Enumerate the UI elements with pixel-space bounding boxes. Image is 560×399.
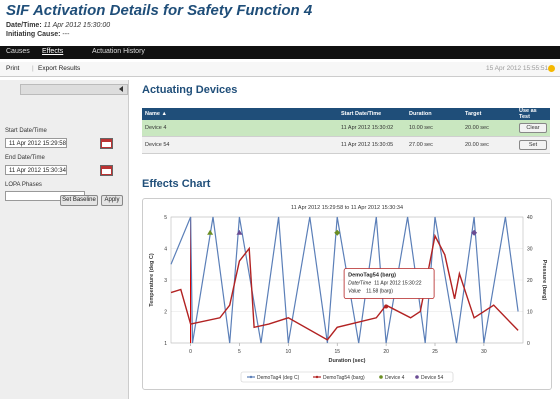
set-button[interactable]: Set: [519, 140, 547, 150]
sidebar-header: [20, 84, 128, 95]
legend-label: Device 4: [385, 375, 405, 381]
datetime-value: 11 Apr 2012 15:30:00: [43, 22, 111, 29]
legend-dot-swatch: [379, 375, 383, 379]
table-row[interactable]: Device 54 11 Apr 2012 15:30:05 27.00 sec…: [142, 136, 550, 154]
legend-point: [315, 375, 319, 379]
device-start: 11 Apr 2012 15:30:05: [338, 136, 406, 154]
toolbar: Print | Export Results 15 Apr 2012 15:55…: [0, 62, 560, 77]
cause-line: Initiating Cause: ---: [6, 31, 69, 38]
x-tick-label: 15: [334, 349, 340, 355]
device-marker-triangle: [207, 229, 214, 235]
col-duration: Duration: [406, 108, 462, 120]
x-tick-label: 10: [286, 349, 292, 355]
tab-causes[interactable]: Causes: [6, 48, 30, 55]
filter-sidebar: Start Date/Time 11 Apr 2012 15:29:58 End…: [0, 80, 129, 399]
tooltip-value: 11.58 (barg): [366, 289, 393, 295]
clear-button[interactable]: Clear: [519, 123, 547, 133]
col-use-as-test: Use as Test: [516, 108, 550, 120]
x-tick-label: 0: [189, 349, 192, 355]
end-datetime-label: End Date/Time: [5, 155, 45, 161]
collapse-arrow-icon[interactable]: [119, 86, 123, 92]
table-header-row: Name ▲ Start Date/Time Duration Target U…: [142, 108, 550, 120]
col-target: Target: [462, 108, 516, 120]
start-datetime-input[interactable]: 11 Apr 2012 15:29:58: [5, 138, 67, 148]
tooltip-value-label: Value: [348, 289, 361, 295]
device-target: 20.00 sec: [462, 120, 516, 137]
datetime-line: Date/Time: 11 Apr 2012 15:30:00: [6, 22, 110, 29]
start-datetime-label: Start Date/Time: [5, 128, 47, 134]
col-start: Start Date/Time: [338, 108, 406, 120]
y-left-tick-label: 2: [164, 310, 167, 316]
lopa-phases-label: LOPA Phases: [5, 182, 42, 188]
device-name: Device 4: [142, 120, 338, 137]
clock-icon: [548, 65, 555, 72]
legend-label: Device 54: [421, 375, 443, 381]
device-duration: 10.00 sec: [406, 120, 462, 137]
main-content: Actuating Devices Name ▲ Start Date/Time…: [130, 80, 560, 399]
cause-value: ---: [62, 31, 70, 38]
export-results-button[interactable]: Export Results: [38, 65, 80, 72]
y-left-axis-label: Temperature (deg C): [149, 253, 155, 307]
cause-label: Initiating Cause:: [6, 31, 61, 38]
device-target: 20.00 sec: [462, 136, 516, 154]
start-calendar-icon[interactable]: [100, 138, 113, 149]
actuating-devices-table: Name ▲ Start Date/Time Duration Target U…: [142, 108, 550, 154]
x-axis-label: Duration (sec): [329, 358, 366, 364]
tooltip-time-label: Date/Time: [348, 281, 371, 287]
tab-bar: Causes Effects Actuation History: [0, 46, 560, 59]
tab-effects[interactable]: Effects: [42, 48, 63, 55]
y-left-tick-label: 4: [164, 247, 167, 253]
toolbar-separator: |: [32, 65, 34, 72]
device-action-cell: Clear: [516, 120, 550, 137]
y-right-tick-label: 0: [527, 341, 530, 347]
y-right-axis-label: Pressure (barg): [541, 260, 547, 301]
actuating-devices-heading: Actuating Devices: [142, 84, 238, 96]
apply-button[interactable]: Apply: [101, 195, 123, 206]
x-tick-label: 30: [481, 349, 487, 355]
effects-chart-heading: Effects Chart: [142, 178, 211, 190]
tooltip-point: [384, 304, 389, 309]
end-calendar-icon[interactable]: [100, 165, 113, 176]
y-left-tick-label: 5: [164, 215, 167, 221]
tab-actuation-history[interactable]: Actuation History: [92, 48, 145, 55]
effects-chart[interactable]: 11 Apr 2012 15:29:58 to 11 Apr 2012 15:3…: [143, 199, 551, 389]
tooltip-time: 11 Apr 2012 15:30:22: [374, 281, 422, 287]
table-row[interactable]: Device 4 11 Apr 2012 15:30:02 10.00 sec …: [142, 120, 550, 137]
current-timestamp: 15 Apr 2012 15:55:51: [486, 65, 549, 72]
end-datetime-input[interactable]: 11 Apr 2012 15:30:34: [5, 165, 67, 175]
legend-label: DemoTag54 (barg): [323, 375, 365, 381]
print-button[interactable]: Print: [6, 65, 19, 72]
x-tick-label: 5: [238, 349, 241, 355]
y-right-tick-label: 30: [527, 247, 533, 253]
datetime-label: Date/Time:: [6, 22, 42, 29]
chart-title: 11 Apr 2012 15:29:58 to 11 Apr 2012 15:3…: [291, 205, 403, 211]
device-start: 11 Apr 2012 15:30:02: [338, 120, 406, 137]
page-title: SIF Activation Details for Safety Functi…: [6, 2, 313, 19]
legend-label: DemoTag4 (deg C): [257, 375, 300, 381]
legend-dot-swatch: [415, 375, 419, 379]
device-action-cell: Set: [516, 136, 550, 154]
y-right-tick-label: 40: [527, 215, 533, 221]
device-name: Device 54: [142, 136, 338, 154]
col-name[interactable]: Name ▲: [142, 108, 338, 120]
y-left-tick-label: 1: [164, 341, 167, 347]
tooltip-title: DemoTag54 (barg): [348, 273, 396, 279]
y-right-tick-label: 20: [527, 278, 533, 284]
set-baseline-button[interactable]: Set Baseline: [60, 195, 98, 206]
y-right-tick-label: 10: [527, 310, 533, 316]
legend-point: [249, 375, 253, 379]
effects-chart-panel: 11 Apr 2012 15:29:58 to 11 Apr 2012 15:3…: [142, 198, 552, 390]
device-duration: 27.00 sec: [406, 136, 462, 154]
x-tick-label: 25: [432, 349, 438, 355]
x-tick-label: 20: [383, 349, 389, 355]
y-left-tick-label: 3: [164, 278, 167, 284]
